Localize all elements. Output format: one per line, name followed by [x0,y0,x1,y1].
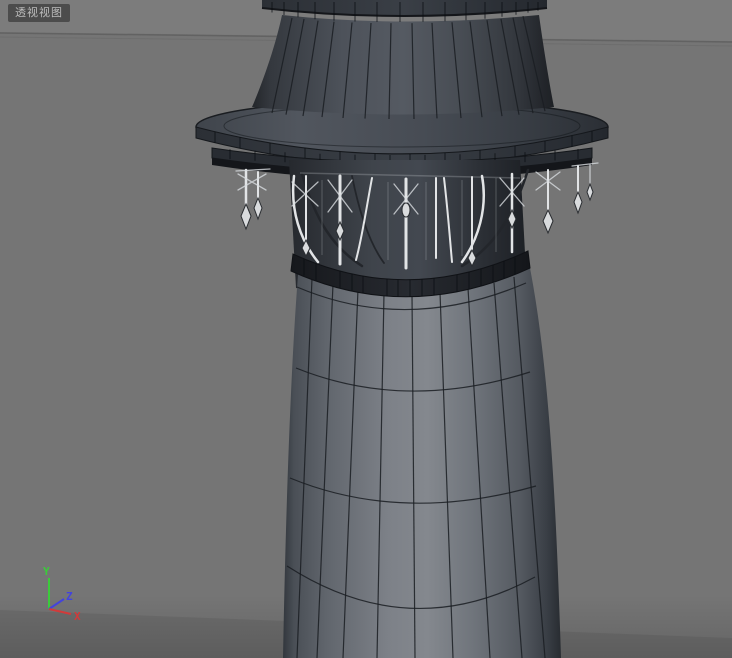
viewport-canvas[interactable]: Y Z X [0,0,732,658]
tower-body [283,258,561,658]
bracket-cluster-right-outer [571,162,599,215]
lighthouse-model[interactable] [195,0,609,658]
bracket-cluster-9 [535,169,561,235]
viewport-3d[interactable]: 透视视图 Y Z X [0,0,732,658]
bracket-cluster-left-outer [235,168,271,231]
axis-z-label: Z [66,590,73,603]
viewport-label: 透视视图 [8,4,70,22]
axis-x-label: X [74,610,81,623]
axis-y-label: Y [43,565,50,578]
